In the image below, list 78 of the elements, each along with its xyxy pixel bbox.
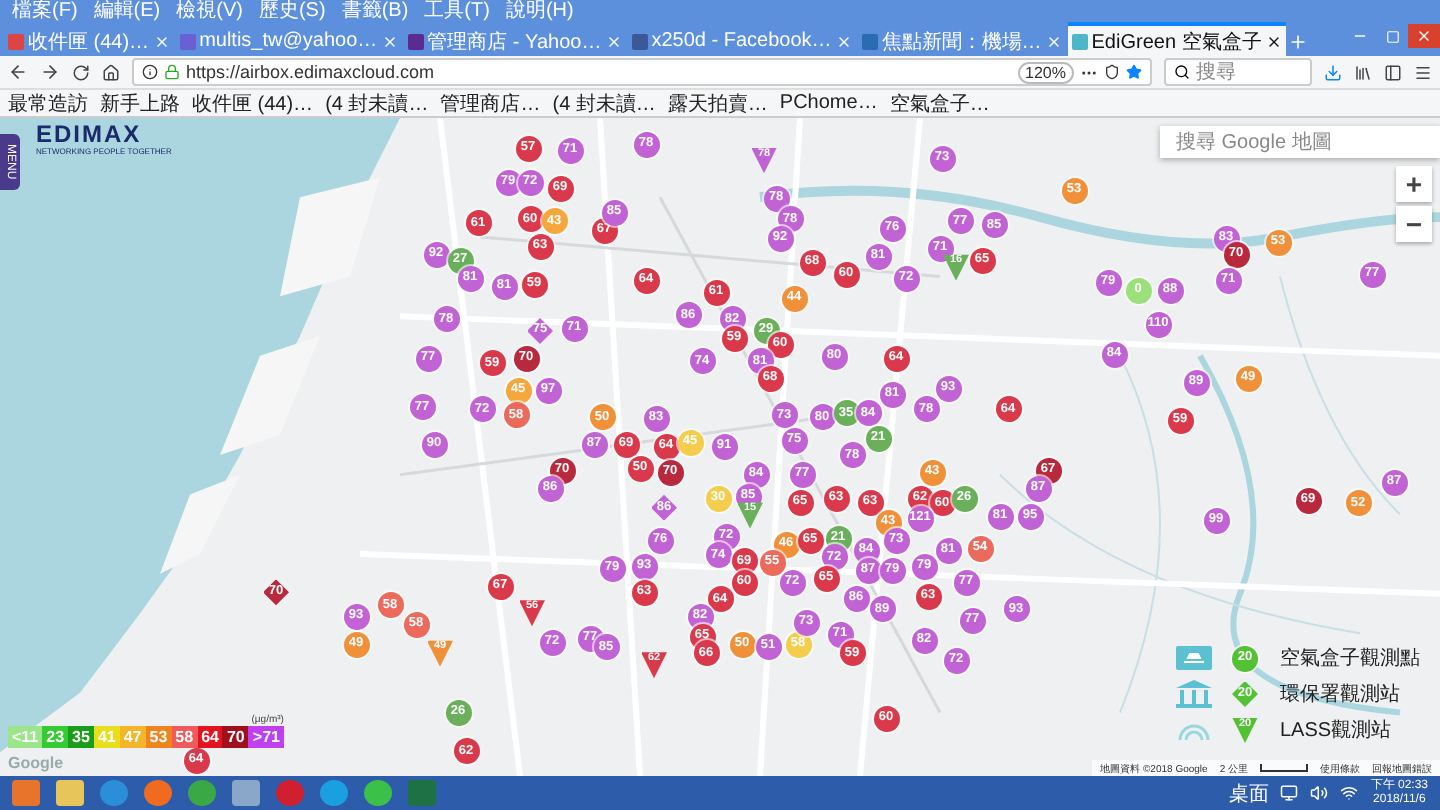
favicon-icon [8, 33, 24, 49]
restore-icon [1385, 29, 1399, 43]
close-icon [1416, 28, 1432, 44]
legend-step: 35 [68, 726, 94, 748]
speaker-icon[interactable] [1310, 784, 1329, 802]
logo: EDIMAX [36, 122, 144, 146]
app-icon[interactable] [320, 780, 348, 806]
legend-step: <11 [8, 726, 43, 748]
zoom-out-button[interactable]: − [1396, 206, 1432, 242]
address-bar[interactable]: https://airbox.edimaxcloud.com 120% [132, 58, 1152, 86]
star-icon[interactable] [1126, 64, 1142, 80]
sidebar-button[interactable] [1384, 63, 1402, 81]
app-icon[interactable] [188, 780, 216, 806]
legend-label: LASS觀測站 [1280, 717, 1394, 744]
bookmark[interactable]: 最常造訪 [8, 89, 88, 117]
browser-tab[interactable]: multis_tw@yahoo… [175, 22, 402, 56]
close-button[interactable] [1408, 24, 1440, 48]
legend-step: 58 [171, 726, 198, 748]
lock-icon [164, 64, 180, 80]
menu-item[interactable]: 檢視(V) [176, 0, 243, 24]
home-button[interactable] [102, 63, 120, 81]
legend-step: 64 [197, 726, 223, 748]
favicon-icon [407, 33, 424, 49]
url-text: https://airbox.edimaxcloud.com [186, 62, 435, 82]
bookmark[interactable]: 露天拍賣… [667, 89, 768, 117]
box-icon [1176, 646, 1212, 670]
info-icon [142, 64, 158, 80]
scale-bar [1260, 764, 1308, 772]
legend-step: 70 [222, 726, 249, 748]
close-icon[interactable] [1265, 33, 1282, 49]
reload-button[interactable] [72, 63, 90, 81]
monitor-icon[interactable] [1280, 784, 1299, 802]
favicon-icon [861, 33, 878, 49]
search-field[interactable]: 搜尋 [1164, 58, 1312, 86]
menu-item[interactable]: 編輯(E) [93, 0, 161, 24]
bookmark[interactable]: PChome… [779, 92, 878, 114]
app-icon[interactable] [100, 780, 128, 806]
legend-label: 空氣盒子觀測點 [1280, 645, 1420, 672]
browser-tab[interactable]: EdiGreen 空氣盒子 [1067, 22, 1286, 56]
library-button[interactable] [1354, 63, 1372, 81]
google-logo: Google [8, 754, 64, 772]
browser-tab[interactable]: x250d - Facebook… [627, 22, 856, 56]
browser-tab[interactable]: 管理商店 - Yahoo… [403, 22, 626, 56]
building-icon [1176, 680, 1212, 708]
legend-step: 41 [93, 726, 120, 748]
legend-label: 環保署觀測站 [1280, 681, 1402, 708]
zoom-in-button[interactable]: + [1396, 166, 1432, 202]
bookmark[interactable]: (4 封未讀… [552, 89, 656, 117]
bookmark[interactable]: 管理商店… [440, 89, 541, 117]
back-button[interactable] [8, 62, 28, 82]
favicon-icon [179, 33, 196, 49]
browser-tab[interactable]: 焦點新聞：機場… [857, 22, 1066, 56]
app-icon[interactable] [364, 780, 392, 806]
forward-button[interactable] [40, 62, 60, 82]
legend-step: 23 [42, 726, 69, 748]
menu-item[interactable]: 工具(T) [424, 0, 490, 24]
pocket-icon[interactable] [1104, 64, 1120, 80]
search-icon [1174, 64, 1190, 80]
bookmark[interactable]: (4 封未讀… [325, 89, 429, 117]
legend-step: >71 [248, 726, 284, 748]
menu-item[interactable]: 說明(H) [505, 0, 574, 24]
download-button[interactable] [1324, 63, 1342, 81]
app-icon[interactable] [144, 780, 172, 806]
tray-label[interactable]: 桌面 [1228, 779, 1269, 807]
map-search-field[interactable]: 搜尋 Google 地圖 [1160, 126, 1440, 158]
network-icon[interactable] [1340, 784, 1359, 802]
menu-item[interactable]: 歷史(S) [258, 0, 326, 24]
legend-step: 53 [145, 726, 172, 748]
zoom-level[interactable]: 120% [1017, 61, 1074, 83]
bookmark[interactable]: 新手上路 [100, 89, 180, 117]
legend-step: 47 [119, 726, 146, 748]
menu-item[interactable]: 書籤(B) [341, 0, 409, 24]
bookmark[interactable]: 收件匣 (44)… [192, 89, 314, 117]
favicon-icon [1071, 33, 1088, 49]
menu-button[interactable] [1414, 63, 1432, 81]
browser-tab[interactable]: 收件匣 (44)… [4, 22, 174, 56]
favicon-icon [631, 33, 648, 49]
bookmark[interactable]: 空氣盒子… [889, 89, 990, 117]
